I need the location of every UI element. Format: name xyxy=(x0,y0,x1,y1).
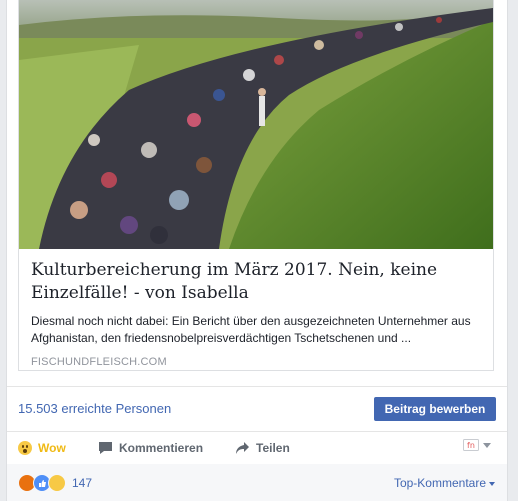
comment-button[interactable]: Kommentieren xyxy=(98,438,203,458)
share-label: Teilen xyxy=(256,441,290,455)
post-as-selector[interactable]: fn xyxy=(463,439,491,451)
svg-text:fn: fn xyxy=(467,441,475,450)
page-avatar-icon: fn xyxy=(463,439,479,451)
chevron-down-icon xyxy=(489,481,495,486)
boost-post-button[interactable]: Beitrag bewerben xyxy=(374,397,496,421)
reach-bar: 15.503 erreichte Personen Beitrag bewerb… xyxy=(7,386,507,431)
chevron-down-icon xyxy=(483,442,491,448)
post: Kulturbereicherung im März 2017. Nein, k… xyxy=(6,0,508,501)
reaction-label: Wow xyxy=(38,441,66,455)
share-arrow-icon xyxy=(236,442,249,454)
comment-sort-label: Top-Kommentare xyxy=(393,476,486,490)
comment-label: Kommentieren xyxy=(119,441,204,455)
reactions-summary: 147 Top-Kommentare xyxy=(7,464,507,501)
crowd-photo xyxy=(19,0,493,249)
comment-sort-dropdown[interactable]: Top-Kommentare xyxy=(394,476,495,490)
link-title[interactable]: Kulturbereicherung im März 2017. Nein, k… xyxy=(31,259,483,305)
reaction-count: 147 xyxy=(72,476,93,490)
action-bar: Wow Kommentieren Teilen fn xyxy=(7,431,507,465)
share-button[interactable]: Teilen xyxy=(235,438,290,458)
reach-link[interactable]: 15.503 erreichte Personen xyxy=(18,401,171,416)
wow-emoji-icon xyxy=(18,441,32,455)
reaction-button[interactable]: Wow xyxy=(18,438,66,458)
link-preview-card[interactable]: Kulturbereicherung im März 2017. Nein, k… xyxy=(18,0,494,371)
link-description: Diesmal noch nicht dabei: Ein Bericht üb… xyxy=(31,314,471,345)
link-preview-image[interactable] xyxy=(19,0,493,249)
sad-reaction-icon xyxy=(48,474,66,492)
reactions-count-link[interactable]: 147 xyxy=(18,474,92,492)
link-domain: FISCHUNDFLEISCH.COM xyxy=(31,356,167,368)
comment-icon xyxy=(99,442,112,454)
